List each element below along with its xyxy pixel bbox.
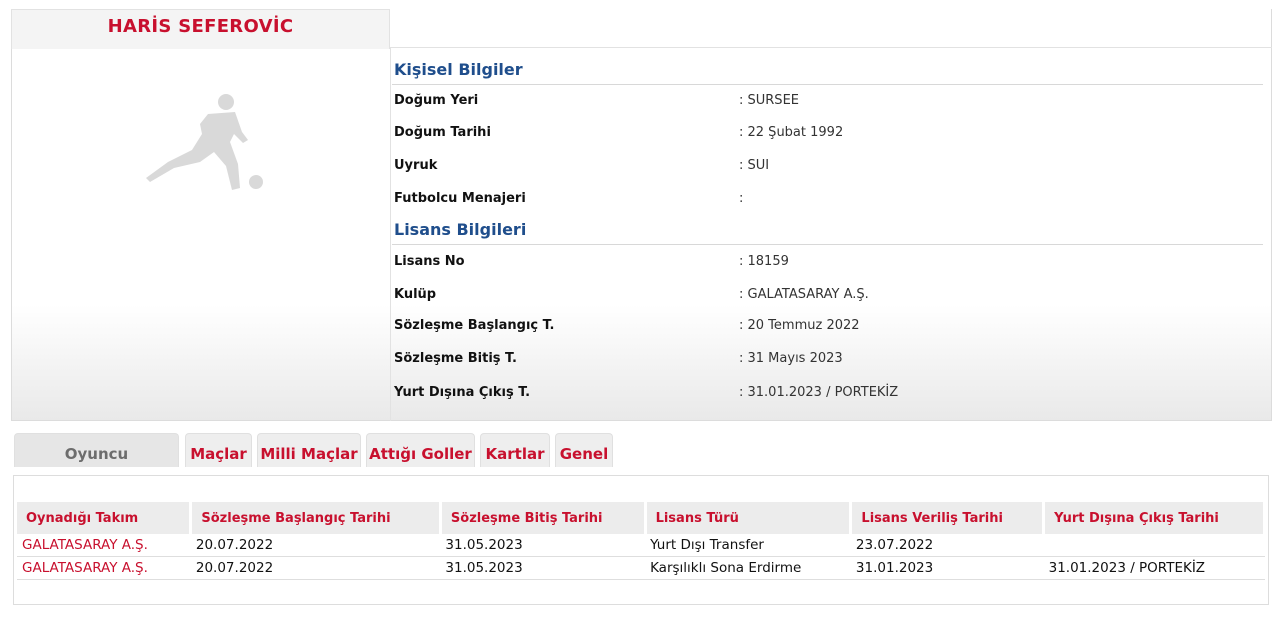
column-header-team: Oynadığı Takım (17, 502, 193, 534)
section-divider (392, 84, 1263, 85)
table-cell: 31.05.2023 (440, 556, 646, 580)
table-cell: Karşılıklı Sona Erdirme (645, 556, 851, 580)
club-label: Kulüp (394, 287, 437, 302)
table-cell: 23.07.2022 (850, 534, 1044, 557)
license-info-title: Lisans Bilgileri (394, 220, 527, 239)
agent-label: Futbolcu Menajeri (394, 191, 526, 206)
column-header-abroad-date: Yurt Dışına Çıkış Tarihi (1043, 502, 1266, 534)
nationality-label: Uyruk (394, 158, 438, 173)
tab-milli-maclar[interactable]: Milli Maçlar (257, 433, 361, 467)
abroad-date-value: : 31.01.2023 / PORTEKİZ (739, 385, 899, 400)
player-silhouette-icon (146, 94, 263, 190)
birthdate-value: : 22 Şubat 1992 (739, 125, 844, 140)
table-cell: 20.07.2022 (190, 534, 441, 557)
birthplace-value: : SURSEE (739, 93, 799, 108)
birthplace-label: Doğum Yeri (394, 93, 479, 108)
nationality-value: : SUI (739, 158, 770, 173)
column-header-contract-end: Sözleşme Bitiş Tarihi (440, 502, 647, 534)
contract-start-value: : 20 Temmuz 2022 (739, 318, 860, 333)
contract-start-label: Sözleşme Başlangıç T. (394, 318, 555, 333)
contract-end-value: : 31 Mayıs 2023 (739, 351, 843, 366)
club-value: : GALATASARAY A.Ş. (739, 287, 869, 302)
tab-oyuncu-hareketleri[interactable]: Oyuncu Hareketleri (14, 433, 179, 503)
table-cell: Yurt Dışı Transfer (645, 534, 851, 557)
table-cell: 20.07.2022 (190, 556, 441, 580)
movements-table: Oynadığı Takım Sözleşme Başlangıç Tarihi… (17, 502, 1266, 580)
table-cell: 31.01.2023 / PORTEKİZ (1043, 556, 1265, 580)
tab-maclar[interactable]: Maçlar (185, 433, 252, 467)
table-header-row: Oynadığı Takım Sözleşme Başlangıç Tarihi… (17, 502, 1266, 534)
birthdate-label: Doğum Tarihi (394, 125, 491, 140)
table-row: GALATASARAY A.Ş. 20.07.2022 31.05.2023 Y… (17, 534, 1265, 557)
player-name: HARİS SEFEROVİC (107, 16, 294, 37)
table-cell: 31.05.2023 (440, 534, 646, 557)
agent-value: : (739, 191, 744, 206)
table-cell: 31.01.2023 (850, 556, 1044, 580)
column-header-contract-start: Sözleşme Başlangıç Tarihi (190, 502, 442, 534)
license-no-label: Lisans No (394, 254, 465, 269)
abroad-date-label: Yurt Dışına Çıkış T. (394, 385, 531, 400)
team-link[interactable]: GALATASARAY A.Ş. (17, 556, 191, 580)
tab-attigi-goller[interactable]: Attığı Goller (366, 433, 475, 467)
column-header-license-date: Lisans Veriliş Tarihi (850, 502, 1046, 534)
column-header-license-type: Lisans Türü (645, 502, 853, 534)
personal-info-title: Kişisel Bilgiler (394, 60, 523, 79)
tab-kartlar[interactable]: Kartlar (480, 433, 550, 467)
table-row: GALATASARAY A.Ş. 20.07.2022 31.05.2023 K… (17, 556, 1265, 580)
team-link[interactable]: GALATASARAY A.Ş. (17, 534, 191, 557)
section-divider (392, 244, 1263, 245)
table-cell (1043, 534, 1265, 557)
tab-genel[interactable]: Genel (555, 433, 613, 467)
license-no-value: : 18159 (739, 254, 789, 269)
contract-end-label: Sözleşme Bitiş T. (394, 351, 517, 366)
